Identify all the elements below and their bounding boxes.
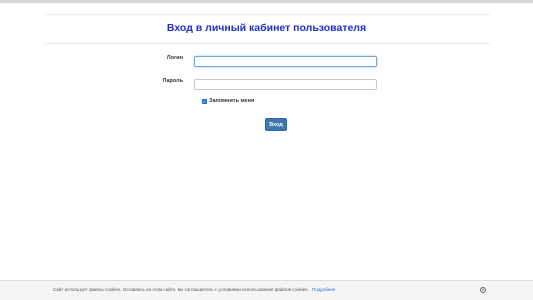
login-button[interactable]: Вход [265, 118, 287, 131]
top-border [0, 0, 533, 3]
cookie-text: Сайт использует файлы cookies. Оставаясь… [53, 287, 309, 292]
cookie-more-link[interactable]: Подробнее [312, 287, 335, 292]
cookie-bar: Сайт использует файлы cookies. Оставаясь… [0, 280, 533, 300]
cookie-notice: Сайт использует файлы cookies. Оставаясь… [53, 287, 335, 292]
login-input[interactable] [194, 56, 377, 67]
close-icon[interactable]: ✕ [480, 287, 486, 293]
remember-checkbox[interactable]: ✓ [202, 98, 207, 104]
remember-label[interactable]: Запомнить меня [209, 98, 254, 104]
password-label: Пароль [162, 78, 183, 84]
password-input[interactable] [194, 79, 377, 90]
title-divider [44, 43, 490, 44]
page-title: Вход в личный кабинет пользователя [166, 22, 367, 34]
remember-me[interactable]: ✓ Запомнить меня [202, 98, 254, 104]
header-divider [44, 14, 490, 15]
login-label: Логин [166, 55, 183, 61]
